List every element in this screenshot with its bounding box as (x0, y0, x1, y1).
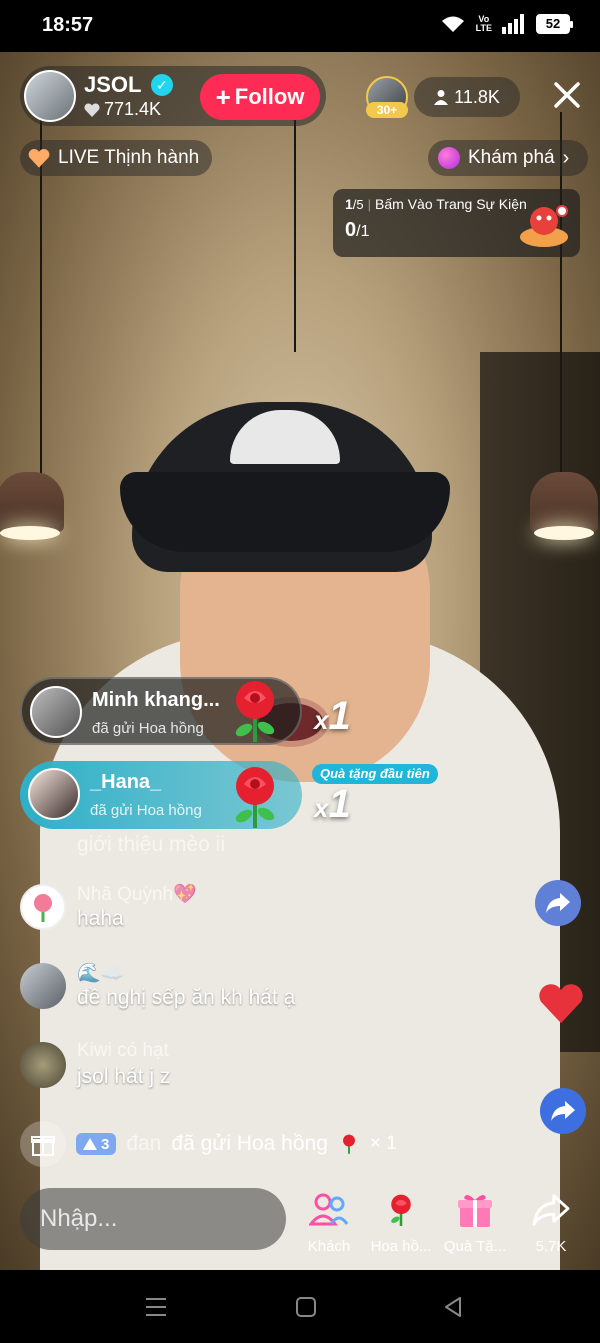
system-nav-bar (0, 1270, 600, 1343)
comment-avatar[interactable] (20, 884, 66, 930)
rose-icon (342, 1134, 355, 1154)
viewer-count[interactable]: 11.8K (414, 77, 520, 117)
gift-notice: 3 đan đã gửi Hoa hồng × 1 (20, 1121, 397, 1167)
tulip-icon (34, 894, 52, 922)
follow-button[interactable]: + Follow (200, 74, 320, 120)
gift-count: x1 (314, 782, 351, 827)
event-step-total: /5 (352, 197, 364, 212)
pendant-lamp (530, 472, 598, 540)
pendant-lamp (0, 472, 64, 540)
gift-sender-avatar[interactable] (28, 768, 80, 820)
plus-icon: + (215, 82, 231, 112)
event-step: 1/5 | Bấm Vào Trang Sự Kiện (345, 196, 527, 212)
event-progress: 0/1 (345, 219, 369, 242)
host-likes: 771.4K (84, 99, 161, 120)
share-count-button[interactable]: 5.7K (516, 1188, 586, 1255)
comment-avatar[interactable] (20, 963, 66, 1009)
gift-count-x: x (314, 793, 329, 823)
comment-user: 🌊☁️ (77, 963, 125, 984)
gift-box-icon (458, 1194, 492, 1227)
comment-avatar[interactable] (20, 1042, 66, 1088)
live-stream-screen: 18:57 Vo LTE 52 JSOL ✓ 771.4K + Follow 3… (0, 0, 600, 1343)
trending-label: LIVE Thịnh hành (58, 147, 200, 168)
close-icon[interactable] (548, 76, 586, 114)
comment-user: Nhã Quỳnh💖 (77, 884, 197, 905)
follow-label: Follow (234, 84, 305, 109)
comment-user: Kiwi có hạt (77, 1040, 169, 1061)
event-label: Bấm Vào Trang Sự Kiện (375, 196, 527, 212)
gift-count-value: 1 (328, 782, 351, 826)
volte-icon: Vo LTE (475, 14, 492, 33)
like-button[interactable] (538, 980, 584, 1026)
gifts-button[interactable]: Quà Tặ... (440, 1188, 510, 1255)
rank-badge: 30+ (366, 102, 408, 118)
verified-check-icon: ✓ (151, 74, 173, 96)
gift-count: x1 (314, 694, 351, 739)
gifts-label: Quà Tặ... (443, 1238, 507, 1255)
share-count-label: 5.7K (535, 1238, 567, 1255)
gift-sender-name: Minh khang... (92, 689, 220, 711)
event-step-number: 1 (345, 196, 353, 212)
level-value: 3 (101, 1135, 110, 1153)
level-badge: 3 (76, 1133, 117, 1155)
wifi-icon (441, 16, 464, 32)
guests-button[interactable]: Khách (294, 1188, 364, 1255)
guests-label: Khách (307, 1238, 351, 1255)
battery-icon: 52 (536, 14, 573, 34)
menu-icon[interactable] (145, 1296, 167, 1318)
rose-gift-label: Hoa hồ... (370, 1238, 432, 1255)
status-icons: Vo LTE 52 (440, 14, 573, 34)
comment-input[interactable]: Nhập... (20, 1188, 286, 1250)
share-arrow-icon (546, 893, 570, 913)
gift-action: đã gửi Hoa hồng (92, 720, 204, 737)
share-button[interactable] (535, 880, 581, 926)
comment-text: đề nghị sếp ăn kh hát ạ (77, 986, 296, 1009)
person-icon (434, 90, 449, 105)
explore-chip[interactable]: Khám phá › (428, 140, 588, 176)
notice-user: đan (126, 1132, 162, 1155)
host-name[interactable]: JSOL (84, 72, 141, 98)
viewer-count-value: 11.8K (454, 86, 500, 107)
rose-icon (391, 1194, 411, 1226)
explore-label: Khám phá (468, 147, 555, 168)
signal-icon (502, 14, 524, 34)
event-progress-value: 0 (345, 219, 357, 241)
heart-icon (84, 102, 100, 117)
level-triangle-icon (83, 1138, 97, 1150)
status-bar: 18:57 Vo LTE 52 (0, 0, 600, 52)
cap-brim (120, 472, 450, 552)
home-icon[interactable] (295, 1296, 317, 1318)
back-icon[interactable] (442, 1296, 464, 1318)
status-time: 18:57 (42, 14, 94, 36)
gift-count-value: 1 (328, 694, 351, 738)
chevron-right-icon: › (562, 146, 570, 169)
comment-text: haha (77, 907, 124, 930)
rose-gift-button[interactable]: Hoa hồ... (366, 1188, 436, 1255)
host-avatar[interactable] (24, 70, 76, 122)
event-progress-total: /1 (356, 223, 370, 240)
trending-chip[interactable]: LIVE Thịnh hành (20, 140, 212, 176)
gift-sender-avatar[interactable] (30, 686, 82, 738)
planet-icon (438, 147, 460, 169)
heart-icon (28, 149, 50, 168)
lamp-cord (294, 112, 296, 352)
gift-count-x: x (314, 705, 329, 735)
share-arrow-icon (532, 1194, 570, 1226)
heart-icon (539, 984, 583, 1024)
notice-count: × 1 (369, 1133, 397, 1154)
guests-icon (309, 1193, 349, 1226)
faded-comment: giới thiệu mèo ii (77, 833, 226, 856)
gift-action: đã gửi Hoa hồng (90, 802, 202, 819)
share-button[interactable] (540, 1088, 586, 1134)
host-likes-count: 771.4K (104, 99, 162, 119)
gift-box-icon[interactable] (20, 1121, 66, 1167)
gift-sender-name: _Hana_ (90, 771, 162, 793)
event-mascot-icon (520, 205, 568, 247)
share-arrow-icon (551, 1101, 575, 1121)
comment-text: jsol hát j z (77, 1065, 171, 1088)
rose-icon (235, 767, 275, 828)
rose-icon (235, 681, 275, 742)
notice-text: đã gửi Hoa hồng (171, 1132, 328, 1155)
first-gift-badge: Quà tặng đầu tiên (312, 764, 438, 784)
